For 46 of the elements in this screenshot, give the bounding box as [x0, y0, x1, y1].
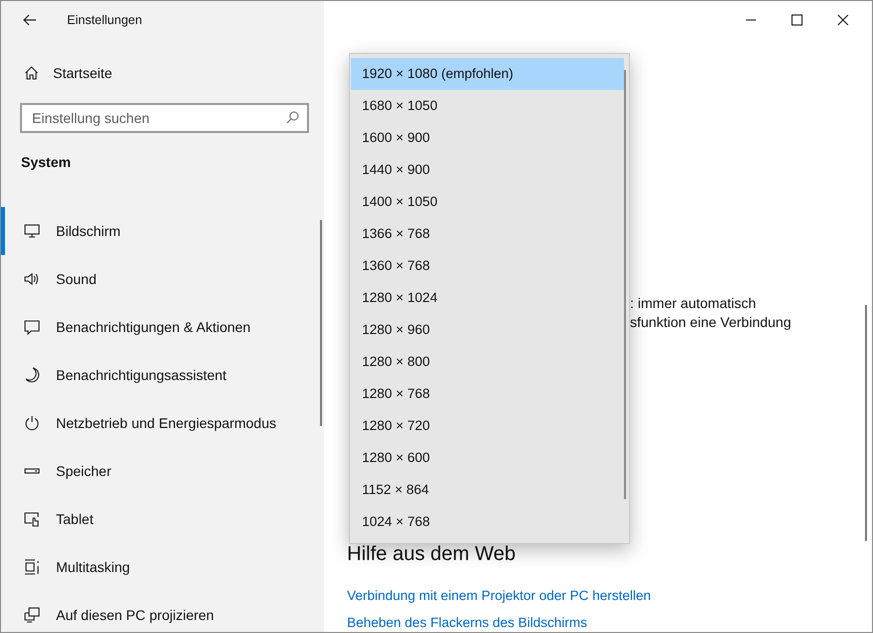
- nav-item[interactable]: Benachrichtigungen & Aktionen: [1, 303, 301, 351]
- resolution-option[interactable]: 1600 × 900: [351, 122, 624, 154]
- resolution-option[interactable]: 1280 × 720: [351, 410, 624, 442]
- description-text: : immer automatisch: [630, 294, 756, 313]
- home-icon: [24, 66, 39, 80]
- nav-item[interactable]: Netzbetrieb und Energiesparmodus: [1, 399, 301, 447]
- resolution-option[interactable]: 1280 × 800: [351, 346, 624, 378]
- nav-item[interactable]: Benachrichtigungsassistent: [1, 351, 301, 399]
- nav-item[interactable]: Auf diesen PC projizieren: [1, 591, 301, 632]
- resolution-option[interactable]: 1152 × 864: [351, 474, 624, 506]
- resolution-option[interactable]: 1366 × 768: [351, 218, 624, 250]
- back-icon[interactable]: [23, 14, 37, 26]
- message-icon: [24, 319, 40, 335]
- resolution-option[interactable]: 1440 × 900: [351, 154, 624, 186]
- window-title: Einstellungen: [67, 13, 142, 27]
- resolution-option[interactable]: 1280 × 600: [351, 442, 624, 474]
- description-text: sfunktion eine Verbindung: [630, 313, 792, 332]
- nav-item[interactable]: Speicher: [1, 447, 301, 495]
- nav-item[interactable]: Tablet: [1, 495, 301, 543]
- tablet-icon: [24, 511, 40, 527]
- monitor-icon: [24, 223, 40, 239]
- multitasking-icon: [24, 559, 40, 575]
- resolution-option[interactable]: 1280 × 1024: [351, 282, 624, 314]
- power-icon: [24, 415, 40, 431]
- help-heading: Hilfe aus dem Web: [347, 543, 516, 566]
- help-link[interactable]: Beheben des Flackerns des Bildschirms: [347, 609, 588, 632]
- help-link[interactable]: Verbindung mit einem Projektor oder PC herstellen: [347, 582, 651, 609]
- resolution-option[interactable]: 1280 × 960: [351, 314, 624, 346]
- resolution-option[interactable]: 1400 × 1050: [351, 186, 624, 218]
- search-field[interactable]: Einstellung suchen: [20, 103, 309, 133]
- maximize-icon[interactable]: [791, 14, 803, 26]
- close-icon[interactable]: [837, 14, 849, 26]
- resolution-option[interactable]: 1024 × 768: [351, 506, 624, 538]
- resolution-option[interactable]: 1680 × 1050: [351, 90, 624, 122]
- section-heading: System: [21, 154, 71, 170]
- moon-icon: [24, 367, 40, 383]
- resolution-option[interactable]: 1280 × 768: [351, 378, 624, 410]
- speaker-icon: [24, 271, 40, 287]
- home-link[interactable]: Startseite: [24, 65, 112, 81]
- projection-icon: [24, 607, 40, 623]
- nav-item[interactable]: Multitasking: [1, 543, 301, 591]
- nav-item[interactable]: Sound: [1, 255, 301, 303]
- resolution-option[interactable]: 1920 × 1080 (empfohlen): [351, 58, 624, 90]
- search-icon: [286, 111, 299, 124]
- nav-item[interactable]: Bildschirm: [1, 207, 301, 255]
- resolution-option[interactable]: 1360 × 768: [351, 250, 624, 282]
